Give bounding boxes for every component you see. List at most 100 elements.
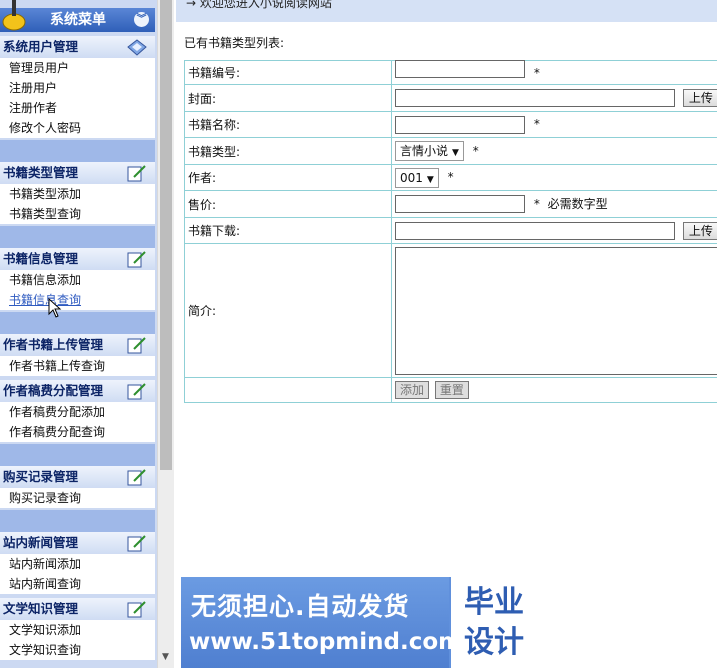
required-mark: * bbox=[533, 65, 540, 80]
sidebar-item-news-add[interactable]: 站内新闻添加 bbox=[0, 554, 155, 574]
download-cell: 上传 bbox=[391, 217, 717, 244]
divider bbox=[0, 510, 155, 532]
edit-icon bbox=[127, 165, 146, 182]
actions-label-cell bbox=[184, 377, 392, 403]
price-hint: 必需数字型 bbox=[547, 196, 608, 211]
menu-group-book-info: 书籍信息管理 书籍信息添加 书籍信息查询 bbox=[0, 248, 155, 310]
welcome-text: → 欢迎您进入小说阅读网站 bbox=[186, 0, 332, 10]
menu-group-literature: 文学知识管理 文学知识添加 文学知识查询 bbox=[0, 598, 155, 660]
sidebar-item-news-query[interactable]: 站内新闻查询 bbox=[0, 574, 155, 594]
sidebar-item-book-info-add[interactable]: 书籍信息添加 bbox=[0, 270, 155, 290]
book-form: 书籍编号: * 封面: 上传 书籍名称: * 书籍类型: 言情小说 ▼ * 作者… bbox=[184, 60, 717, 403]
required-mark: * bbox=[472, 143, 479, 158]
sidebar-item-registered-users[interactable]: 注册用户 bbox=[0, 78, 155, 98]
menu-group-book-types: 书籍类型管理 书籍类型添加 书籍类型查询 bbox=[0, 162, 155, 224]
intro-label: 简介: bbox=[184, 243, 392, 378]
menu-group-news: 站内新闻管理 站内新闻添加 站内新闻查询 bbox=[0, 532, 155, 594]
divider bbox=[0, 444, 155, 466]
book-id-label: 书籍编号: bbox=[184, 60, 392, 85]
menu-group-title[interactable]: 系统用户管理 bbox=[0, 36, 155, 58]
menu-group-purchases: 购买记录管理 购买记录查询 bbox=[0, 466, 155, 508]
chevron-double-down-icon[interactable]: ︾ bbox=[134, 12, 149, 27]
book-name-input[interactable] bbox=[395, 115, 525, 134]
sidebar-item-purchase-query[interactable]: 购买记录查询 bbox=[0, 488, 155, 508]
sidebar-scrollbar[interactable]: ▼ bbox=[157, 0, 174, 668]
book-id-cell: * bbox=[391, 60, 717, 85]
menu-group-title[interactable]: 文学知识管理 bbox=[0, 598, 155, 620]
edit-icon bbox=[127, 337, 146, 354]
menu-group-title[interactable]: 站内新闻管理 bbox=[0, 532, 155, 554]
main-content: → 欢迎您进入小说阅读网站 已有书籍类型列表: 书籍编号: * 封面: 上传 书… bbox=[176, 0, 717, 668]
author-value: 001 bbox=[400, 170, 423, 185]
menu-group-title[interactable]: 作者书籍上传管理 bbox=[0, 334, 155, 356]
edit-icon bbox=[127, 601, 146, 618]
ad-badge-bottom: 设计 bbox=[464, 625, 524, 660]
cover-upload-button[interactable]: 上传 bbox=[682, 89, 717, 107]
reset-button[interactable]: 重置 bbox=[434, 381, 469, 399]
sidebar: 系统菜单 ︾ 系统用户管理 管理员用户 注册用户 注册作者 修改个人密码 书籍类… bbox=[0, 0, 157, 668]
edit-icon bbox=[127, 469, 146, 486]
dropdown-caret-icon: ▼ bbox=[426, 174, 434, 185]
add-button[interactable]: 添加 bbox=[395, 381, 430, 399]
author-select[interactable]: 001 ▼ bbox=[395, 167, 439, 188]
edit-icon bbox=[127, 535, 146, 552]
menu-group-title[interactable]: 书籍类型管理 bbox=[0, 162, 155, 184]
edit-icon bbox=[127, 383, 146, 400]
author-label: 作者: bbox=[184, 164, 392, 191]
menu-group-title[interactable]: 作者稿费分配管理 bbox=[0, 380, 155, 402]
sidebar-item-book-info-query[interactable]: 书籍信息查询 bbox=[0, 290, 155, 310]
menu-group-author-upload: 作者书籍上传管理 作者书籍上传查询 bbox=[0, 334, 155, 376]
sidebar-item-royalty-add[interactable]: 作者稿费分配添加 bbox=[0, 402, 155, 422]
price-cell: * 必需数字型 bbox=[391, 190, 717, 218]
sidebar-item-book-type-add[interactable]: 书籍类型添加 bbox=[0, 184, 155, 204]
ad-badge-top: 毕业 bbox=[464, 585, 524, 620]
divider bbox=[0, 312, 155, 334]
broom-logo-icon bbox=[2, 0, 26, 31]
divider bbox=[0, 226, 155, 248]
actions-cell: 添加 重置 bbox=[391, 377, 717, 403]
book-type-value: 言情小说 bbox=[400, 144, 449, 158]
menu-group-system-users: 系统用户管理 管理员用户 注册用户 注册作者 修改个人密码 bbox=[0, 36, 155, 138]
required-mark: * bbox=[533, 117, 540, 131]
sidebar-item-author-upload-query[interactable]: 作者书籍上传查询 bbox=[0, 356, 155, 376]
dropdown-caret-icon: ▼ bbox=[452, 148, 459, 158]
intro-textarea[interactable] bbox=[395, 246, 717, 375]
ad-banner-url: www.51topmind.com bbox=[189, 629, 463, 655]
edit-icon bbox=[127, 251, 146, 268]
divider bbox=[0, 140, 155, 162]
required-mark: * bbox=[533, 196, 540, 211]
cover-input[interactable] bbox=[395, 89, 675, 107]
cover-cell: 上传 bbox=[391, 84, 717, 112]
sidebar-item-book-type-query[interactable]: 书籍类型查询 bbox=[0, 204, 155, 224]
book-type-select[interactable]: 言情小说 ▼ bbox=[395, 141, 464, 161]
sidebar-item-royalty-query[interactable]: 作者稿费分配查询 bbox=[0, 422, 155, 442]
sidebar-item-change-password[interactable]: 修改个人密码 bbox=[0, 118, 155, 138]
price-input[interactable] bbox=[395, 195, 525, 214]
cover-label: 封面: bbox=[184, 84, 392, 112]
download-input[interactable] bbox=[395, 221, 675, 240]
book-id-input[interactable] bbox=[395, 60, 525, 78]
ad-banner-slogan: 无须担心.自动发货 bbox=[191, 592, 410, 621]
ad-banner-badge: 毕业 设计 bbox=[451, 577, 537, 668]
book-type-cell: 言情小说 ▼ * bbox=[391, 137, 717, 165]
menu-group-title[interactable]: 购买记录管理 bbox=[0, 466, 155, 488]
sidebar-item-registered-authors[interactable]: 注册作者 bbox=[0, 98, 155, 118]
price-label: 售价: bbox=[184, 190, 392, 218]
menu-group-title[interactable]: 书籍信息管理 bbox=[0, 248, 155, 270]
sidebar-item-literature-query[interactable]: 文学知识查询 bbox=[0, 640, 155, 660]
download-upload-button[interactable]: 上传 bbox=[682, 221, 717, 240]
scroll-down-arrow-icon[interactable]: ▼ bbox=[162, 652, 169, 662]
sidebar-item-admin-users[interactable]: 管理员用户 bbox=[0, 58, 155, 78]
scrollbar-thumb[interactable] bbox=[160, 0, 172, 470]
sidebar-item-literature-add[interactable]: 文学知识添加 bbox=[0, 620, 155, 640]
sidebar-title: 系统菜单 bbox=[50, 12, 106, 28]
book-name-cell: * bbox=[391, 111, 717, 138]
book-name-label: 书籍名称: bbox=[184, 111, 392, 138]
diamond-icon bbox=[127, 39, 147, 56]
mouse-cursor-icon bbox=[48, 298, 62, 318]
welcome-bar: → 欢迎您进入小说阅读网站 bbox=[176, 0, 717, 22]
required-mark: * bbox=[447, 170, 454, 184]
author-cell: 001 ▼ * bbox=[391, 164, 717, 191]
sidebar-header: 系统菜单 ︾ bbox=[0, 0, 155, 32]
ad-banner[interactable]: 无须担心.自动发货 www.51topmind.com 毕业 设计 bbox=[181, 577, 537, 668]
